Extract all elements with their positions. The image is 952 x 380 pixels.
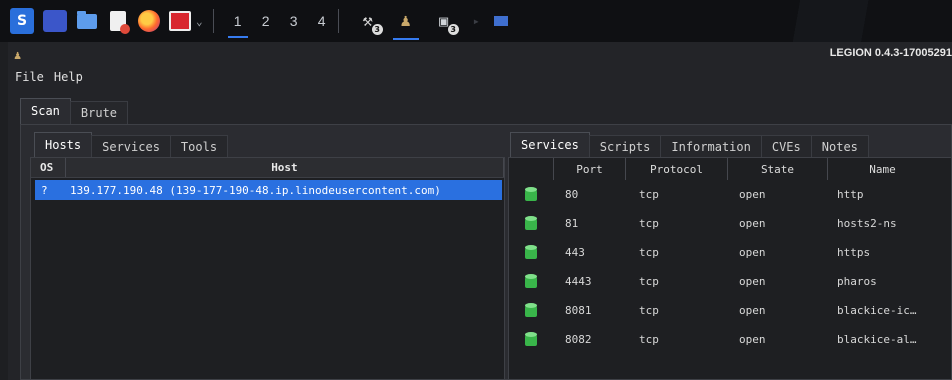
taskbar-app-legion[interactable]: ♟ [392, 8, 419, 40]
window-count-badge: 3 [371, 24, 383, 35]
state-cell: open [739, 217, 766, 230]
taskbar: S ⌄ 1 2 3 4 ⚒ 3 ♟ ▣ 3 ▸ [0, 0, 952, 42]
window-count-badge: 3 [447, 24, 459, 35]
tab-brute[interactable]: Brute [69, 101, 129, 124]
name-cell: http [837, 188, 864, 201]
chevron-right-icon: ▸ [472, 14, 480, 28]
tab-hosts[interactable]: Hosts [34, 132, 93, 158]
taskbar-app-terminal[interactable]: ▣ 3 [431, 8, 459, 35]
name-cell: pharos [837, 275, 877, 288]
protocol-cell: tcp [639, 275, 659, 288]
legion-app-icon: ♟ [14, 48, 22, 62]
table-row[interactable]: 443 tcp open https [509, 238, 951, 267]
left-tab-bar: Hosts Services Tools [34, 132, 229, 158]
name-cell: blackice-al… [837, 333, 917, 346]
hosts-table: OS Host ? 139.177.190.48 (139-177-190-48… [30, 157, 505, 380]
workspace-1[interactable]: 1 [224, 0, 252, 42]
right-tab-bar: Services Scripts Information CVEs Notes [510, 132, 869, 158]
name-cell: hosts2-ns [837, 217, 897, 230]
taskbar-right-area [732, 0, 952, 42]
taskbar-separator [337, 9, 339, 33]
root-terminal-icon[interactable] [169, 10, 191, 32]
terminal-launcher-icon[interactable] [43, 10, 67, 32]
protocol-cell: tcp [639, 246, 659, 259]
host-os-cell: ? [41, 183, 48, 197]
state-cell: open [739, 304, 766, 317]
service-status-icon [509, 302, 553, 317]
menubar: File Help [14, 70, 84, 84]
hosts-table-header: OS Host [31, 158, 504, 178]
table-row[interactable]: 4443 tcp open pharos [509, 267, 951, 296]
legion-window: ♟ LEGION 0.4.3-17005291 File Help Scan B… [8, 42, 952, 380]
column-header-os[interactable]: OS [31, 158, 66, 177]
file-manager-icon[interactable] [76, 10, 98, 32]
state-cell: open [739, 275, 766, 288]
host-address-cell: 139.177.190.48 (139-177-190-48.ip.linode… [70, 183, 441, 197]
tab-scripts[interactable]: Scripts [588, 135, 662, 158]
services-table: Port Protocol State Name 80 tcp open htt… [508, 157, 952, 380]
window-title: LEGION 0.4.3-17005291 [829, 47, 952, 59]
state-cell: open [739, 333, 766, 346]
tab-services[interactable]: Services [510, 132, 590, 158]
kali-menu-icon[interactable]: S [10, 8, 34, 34]
port-cell: 81 [565, 217, 579, 230]
tab-cves[interactable]: CVEs [760, 135, 812, 158]
taskbar-separator [212, 9, 214, 33]
port-cell: 4443 [565, 275, 592, 288]
table-row[interactable]: 8081 tcp open blackice-ic… [509, 296, 951, 325]
service-status-icon [509, 186, 553, 201]
table-row[interactable]: ? 139.177.190.48 (139-177-190-48.ip.lino… [35, 180, 502, 200]
tab-services[interactable]: Services [91, 135, 171, 158]
port-cell: 8081 [565, 304, 592, 317]
taskbar-app-tools[interactable]: ⚒ 3 [355, 8, 383, 35]
firefox-icon[interactable] [138, 10, 160, 32]
port-cell: 8082 [565, 333, 592, 346]
services-table-header: Port Protocol State Name [553, 158, 951, 180]
port-cell: 443 [565, 246, 585, 259]
table-row[interactable]: 81 tcp open hosts2-ns [509, 209, 951, 238]
terminal-app-icon: ▣ [439, 12, 449, 30]
protocol-cell: tcp [639, 188, 659, 201]
workspace-2[interactable]: 2 [252, 0, 280, 42]
menu-help[interactable]: Help [53, 70, 84, 84]
column-header-name[interactable]: Name [827, 158, 937, 180]
name-cell: blackice-ic… [837, 304, 917, 317]
protocol-cell: tcp [639, 217, 659, 230]
column-header-state[interactable]: State [727, 158, 827, 180]
tray-window-icon[interactable] [493, 16, 508, 26]
chevron-down-icon[interactable]: ⌄ [196, 15, 203, 28]
protocol-cell: tcp [639, 304, 659, 317]
tab-tools[interactable]: Tools [169, 135, 229, 158]
table-row[interactable]: 80 tcp open http [509, 180, 951, 209]
column-header-host[interactable]: Host [66, 158, 504, 177]
tab-notes[interactable]: Notes [810, 135, 869, 158]
service-status-icon [509, 331, 553, 346]
service-status-icon [509, 273, 553, 288]
name-cell: https [837, 246, 871, 259]
port-cell: 80 [565, 188, 579, 201]
column-header-protocol[interactable]: Protocol [625, 158, 727, 180]
tab-scan[interactable]: Scan [20, 98, 71, 124]
outer-tab-bar: Scan Brute [20, 98, 129, 124]
column-header-port[interactable]: Port [553, 158, 625, 180]
service-status-icon [509, 244, 553, 259]
menu-file[interactable]: File [14, 70, 45, 84]
workspace-4[interactable]: 4 [308, 0, 336, 42]
workspace-3[interactable]: 3 [280, 0, 308, 42]
state-cell: open [739, 188, 766, 201]
table-row[interactable]: 8082 tcp open blackice-al… [509, 325, 951, 354]
tab-information[interactable]: Information [660, 135, 762, 158]
state-cell: open [739, 246, 766, 259]
text-editor-icon[interactable] [107, 10, 130, 34]
legion-app-icon: ♟ [400, 11, 411, 31]
protocol-cell: tcp [639, 333, 659, 346]
service-status-icon [509, 215, 553, 230]
